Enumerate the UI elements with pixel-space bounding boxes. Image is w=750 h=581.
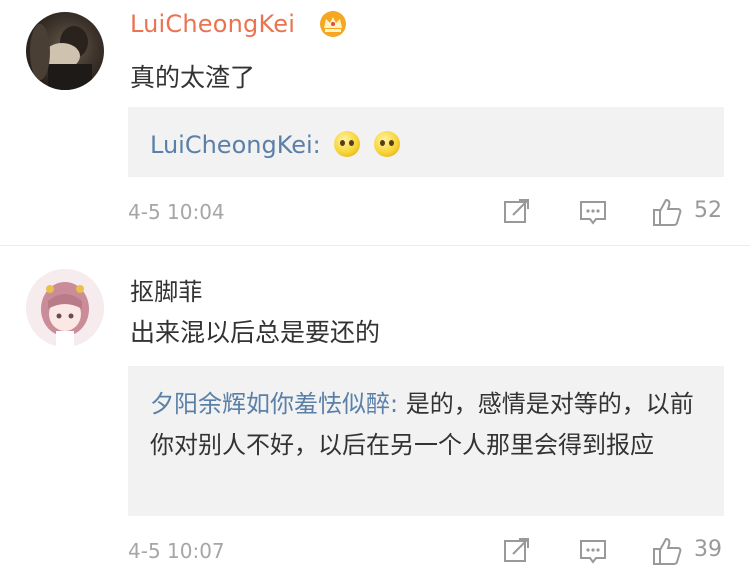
comment-text: 真的太渣了 (130, 63, 256, 92)
emoji-icon (374, 131, 401, 157)
avatar[interactable] (26, 269, 104, 347)
comment-text: 出来混以后总是要还的 (130, 318, 381, 347)
share-icon[interactable] (500, 535, 532, 567)
comment-icon[interactable] (577, 535, 609, 567)
timestamp: 4-5 10:04 (128, 200, 225, 224)
like-count: 39 (694, 537, 722, 562)
username[interactable]: LuiCheongKei (130, 10, 295, 38)
avatar-illustration (26, 269, 104, 347)
reply-box[interactable]: 夕阳余辉如你羞怯似醉: 是的，感情是对等的，以前你对别人不好，以后在另一个人那里… (128, 366, 724, 516)
avatar-photo (30, 24, 92, 90)
avatar[interactable] (26, 12, 104, 90)
reply-box[interactable]: LuiCheongKei: (128, 107, 724, 177)
comment-item: LuiCheongKei 真的太渣了 LuiCheongKei: 4-5 10:… (0, 0, 750, 246)
comment-icon[interactable] (577, 196, 609, 228)
like-count: 52 (694, 198, 722, 223)
reply-username[interactable]: LuiCheongKei: (150, 131, 321, 159)
timestamp: 4-5 10:07 (128, 539, 225, 563)
crown-icon (320, 11, 346, 37)
like-icon[interactable] (651, 535, 683, 567)
emoji-icon (334, 131, 361, 157)
like-icon[interactable] (651, 196, 683, 228)
username[interactable]: 抠脚菲 (130, 272, 203, 307)
reply-username[interactable]: 夕阳余辉如你羞怯似醉: (150, 390, 398, 418)
share-icon[interactable] (500, 196, 532, 228)
